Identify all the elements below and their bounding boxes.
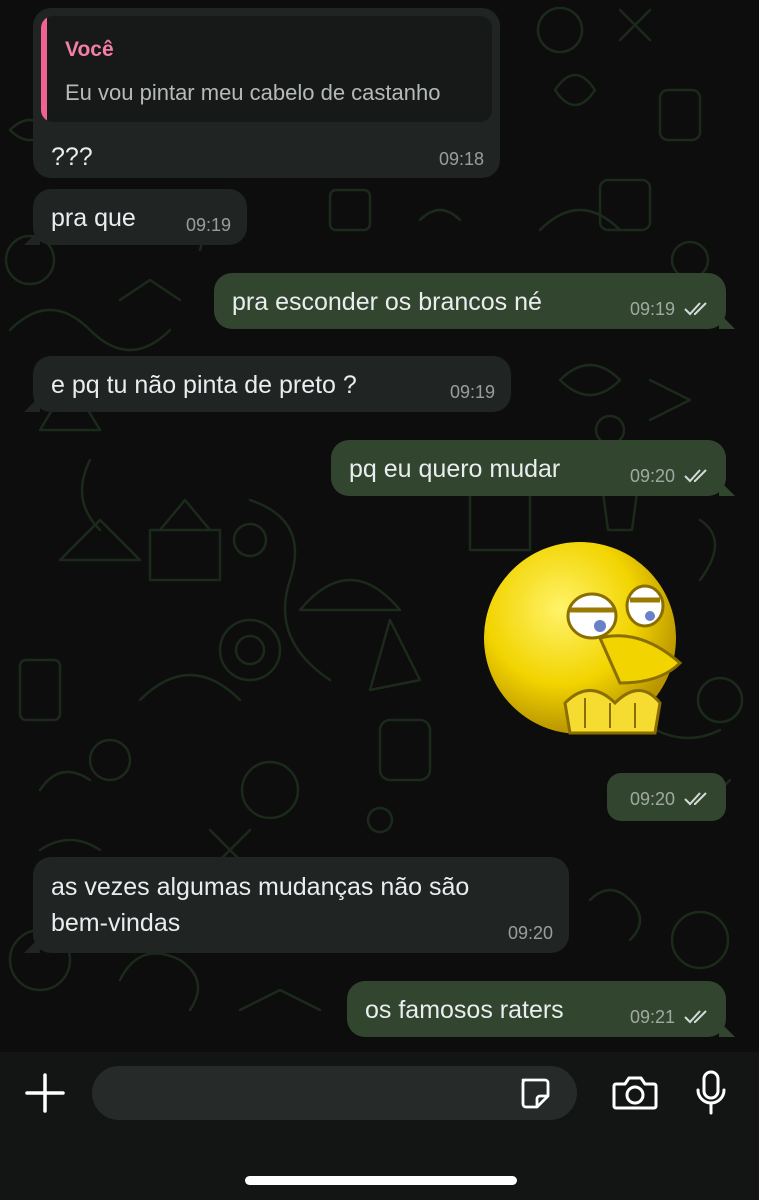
message-bubble-incoming[interactable]: e pq tu não pinta de preto ? 09:19: [24, 356, 511, 412]
message-bubble-outgoing[interactable]: pra esconder os brancos né 09:19: [214, 273, 735, 329]
message-text: pra esconder os brancos né: [232, 288, 542, 316]
message-text-line-2: bem-vindas: [51, 909, 181, 937]
home-indicator[interactable]: [245, 1176, 517, 1185]
message-bubble-incoming[interactable]: as vezes algumas mudanças não são bem-vi…: [24, 857, 569, 953]
read-receipt-icon: [684, 1008, 710, 1029]
message-bubble-incoming[interactable]: pra que 09:19: [24, 189, 247, 245]
message-time: 09:18: [438, 149, 484, 169]
camera-icon[interactable]: [612, 1074, 658, 1112]
message-input[interactable]: [92, 1066, 577, 1120]
message-time: 09:19: [629, 299, 675, 319]
quoted-message[interactable]: Você Eu vou pintar meu cabelo de castanh…: [41, 16, 492, 122]
plus-icon[interactable]: [24, 1072, 66, 1114]
message-text: e pq tu não pinta de preto ?: [51, 371, 357, 399]
message-time: 09:21: [629, 1007, 675, 1027]
message-text: pra que: [51, 204, 136, 232]
sticker-icon[interactable]: [517, 1076, 551, 1110]
message-bubble-outgoing[interactable]: pq eu quero mudar 09:20: [331, 440, 735, 496]
message-time: 09:19: [185, 215, 231, 235]
read-receipt-icon: [684, 790, 710, 811]
message-time: 09:20: [507, 923, 553, 943]
message-text: pq eu quero mudar: [349, 455, 561, 483]
quote-text: Eu vou pintar meu cabelo de castanho: [65, 80, 441, 105]
message-text: ???: [51, 143, 93, 171]
message-time: 09:20: [629, 789, 675, 809]
read-receipt-icon: [684, 467, 710, 488]
sticker-timestamp: 09:20: [607, 773, 726, 821]
message-bubble-incoming[interactable]: Você Eu vou pintar meu cabelo de castanh…: [33, 8, 500, 178]
message-composer-bar: [0, 1052, 759, 1200]
message-text-line-1: as vezes algumas mudanças não são: [51, 873, 470, 901]
message-bubble-outgoing[interactable]: os famosos raters 09:21: [347, 981, 735, 1037]
quote-accent-bar: [41, 16, 47, 122]
message-time: 09:20: [629, 466, 675, 486]
message-time: 09:19: [449, 382, 495, 402]
microphone-icon[interactable]: [694, 1070, 728, 1118]
quote-author: Você: [65, 38, 114, 61]
yellow-pouting-emoji-sticker[interactable]: [480, 538, 702, 748]
message-text: os famosos raters: [365, 996, 564, 1024]
read-receipt-icon: [684, 300, 710, 321]
